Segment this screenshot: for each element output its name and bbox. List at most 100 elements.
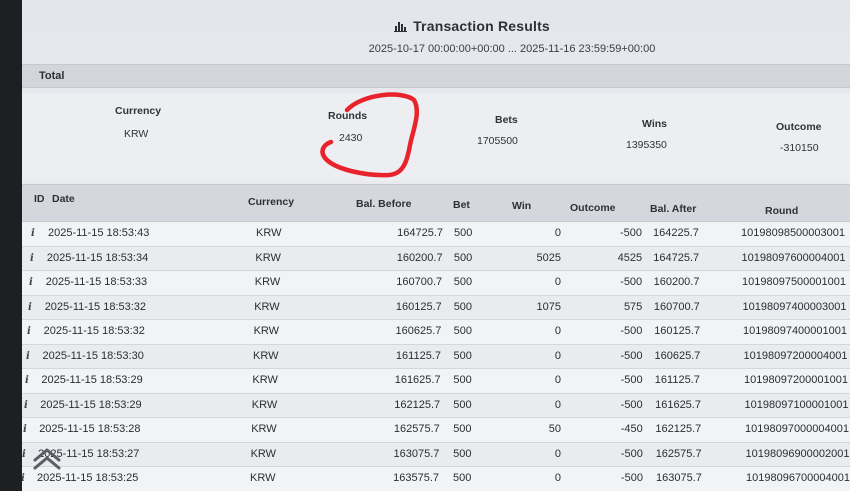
cell-balance-before: 163575.7 bbox=[393, 472, 439, 484]
cell-balance-before: 161125.7 bbox=[395, 349, 441, 362]
cell-date: 2025-11-15 18:53:34 bbox=[46, 251, 149, 264]
cell-currency: KRW bbox=[253, 325, 280, 337]
column-date[interactable]: Date bbox=[52, 193, 75, 205]
cell-round: 10198098500003001 bbox=[741, 227, 846, 239]
table-row[interactable]: i 2025-11-15 18:53:30 KRW 161125.7 500 0 -500 1… bbox=[22, 344, 850, 369]
red-circle-annotation bbox=[320, 92, 419, 178]
cell-round: 10198097200001001 bbox=[744, 374, 849, 386]
cell-win: 0 bbox=[554, 472, 561, 484]
table-row[interactable]: i 2025-11-15 18:53:29 KRW 161625.7 500 0 -500 1… bbox=[22, 369, 850, 394]
summary-value-bets: 1705500 bbox=[477, 135, 518, 147]
info-icon[interactable]: i bbox=[27, 326, 35, 337]
table-row[interactable]: i 2025-11-15 18:53:33 KRW 160700.7 500 0 -500 1… bbox=[22, 271, 850, 296]
cell-balance-after: 160625.7 bbox=[654, 349, 701, 362]
cell-balance-before: 160200.7 bbox=[396, 251, 443, 264]
report-page: Transaction Results 2025-10-17 00:00:00+… bbox=[22, 0, 850, 491]
cell-currency: KRW bbox=[254, 276, 281, 288]
column-balance-after[interactable]: Bal. After bbox=[650, 203, 696, 215]
summary-value-currency: KRW bbox=[124, 128, 149, 140]
cell-balance-after: 163075.7 bbox=[656, 472, 702, 484]
cell-date: 2025-11-15 18:53:43 bbox=[48, 227, 150, 239]
cell-outcome: -500 bbox=[620, 374, 643, 386]
cell-date: 2025-11-15 18:53:32 bbox=[44, 300, 147, 313]
table-row[interactable]: i 2025-11-15 18:53:27 KRW 163075.7 500 0 -500 1… bbox=[22, 442, 850, 467]
table-row[interactable]: i 2025-11-15 18:53:43 KRW 164725.7 500 0 -500 1… bbox=[22, 222, 850, 247]
table-row[interactable]: i 2025-11-15 18:53:25 KRW 163575.7 500 0 -500 1… bbox=[22, 467, 850, 491]
info-icon[interactable]: i bbox=[28, 302, 36, 313]
cell-balance-before: 160125.7 bbox=[395, 300, 442, 313]
cell-round: 10198096900002001 bbox=[745, 447, 850, 460]
cell-win: 0 bbox=[554, 325, 561, 337]
cell-bet: 500 bbox=[453, 423, 472, 435]
cell-round: 10198096700004001 bbox=[746, 472, 850, 484]
table-row[interactable]: i 2025-11-15 18:53:28 KRW 162575.7 500 50 -450… bbox=[22, 418, 850, 443]
cell-balance-after: 160200.7 bbox=[653, 276, 700, 288]
column-balance-before[interactable]: Bal. Before bbox=[356, 198, 411, 210]
page-title: Transaction Results bbox=[394, 18, 550, 34]
info-icon[interactable]: i bbox=[23, 424, 31, 435]
info-icon[interactable]: i bbox=[26, 351, 34, 362]
cell-bet: 500 bbox=[453, 398, 472, 411]
cell-balance-before: 160625.7 bbox=[395, 325, 442, 337]
cell-balance-after: 164725.7 bbox=[653, 251, 700, 264]
table-row[interactable]: i 2025-11-15 18:53:34 KRW 160200.7 500 5025 45… bbox=[22, 246, 850, 271]
cell-currency: KRW bbox=[255, 251, 281, 264]
table-row[interactable]: i 2025-11-15 18:53:32 KRW 160625.7 500 0 -500 1… bbox=[22, 320, 850, 345]
cell-round: 10198097200004001 bbox=[743, 349, 848, 362]
cell-outcome: -450 bbox=[620, 423, 643, 435]
cell-balance-before: 162575.7 bbox=[393, 423, 440, 435]
cell-date: 2025-11-15 18:53:29 bbox=[40, 398, 142, 411]
cell-balance-after: 162575.7 bbox=[655, 447, 702, 460]
total-section-header: Total bbox=[22, 64, 850, 88]
info-icon[interactable]: i bbox=[25, 375, 33, 386]
info-icon[interactable]: i bbox=[29, 277, 37, 288]
cell-date: 2025-11-15 18:53:33 bbox=[45, 276, 148, 288]
summary-header-currency: Currency bbox=[115, 105, 162, 117]
date-range: 2025-10-17 00:00:00+00:00 ... 2025-11-16… bbox=[368, 43, 656, 55]
summary-value-wins: 1395350 bbox=[626, 139, 667, 151]
cell-outcome: 4525 bbox=[617, 251, 643, 264]
cell-balance-before: 163075.7 bbox=[393, 447, 440, 460]
cell-win: 0 bbox=[554, 276, 561, 288]
cell-win: 0 bbox=[554, 349, 561, 362]
cell-balance-before: 162125.7 bbox=[394, 398, 441, 411]
column-bet[interactable]: Bet bbox=[453, 199, 470, 211]
column-round[interactable]: Round bbox=[765, 205, 798, 217]
cell-win: 0 bbox=[554, 398, 561, 411]
cell-bet: 500 bbox=[453, 374, 472, 386]
cell-win: 0 bbox=[554, 227, 561, 239]
cell-date: 2025-11-15 18:53:32 bbox=[43, 325, 145, 337]
chevron-up-icon[interactable] bbox=[32, 446, 62, 470]
column-id[interactable]: ID bbox=[34, 193, 45, 205]
bar-chart-icon bbox=[394, 22, 408, 32]
cell-currency: KRW bbox=[250, 447, 277, 460]
summary-header-bets: Bets bbox=[495, 114, 518, 126]
cell-balance-before: 161625.7 bbox=[394, 374, 441, 386]
cell-outcome: -500 bbox=[620, 447, 643, 460]
column-currency[interactable]: Currency bbox=[248, 196, 294, 208]
cell-date: 2025-11-15 18:53:25 bbox=[37, 472, 139, 484]
column-win[interactable]: Win bbox=[512, 200, 531, 212]
summary-value-outcome: -310150 bbox=[780, 142, 819, 154]
table-row[interactable]: i 2025-11-15 18:53:29 KRW 162125.7 500 0 -500 1… bbox=[22, 393, 850, 418]
report-header: Transaction Results bbox=[22, 18, 850, 37]
cell-balance-after: 164225.7 bbox=[653, 227, 699, 239]
info-icon[interactable]: i bbox=[24, 400, 32, 411]
screenshot: Transaction Results 2025-10-17 00:00:00+… bbox=[0, 0, 850, 491]
table-row[interactable]: i 2025-11-15 18:53:32 KRW 160125.7 500 1075 57… bbox=[22, 295, 850, 320]
cell-balance-before: 160700.7 bbox=[396, 276, 443, 288]
cell-date: 2025-11-15 18:53:28 bbox=[39, 423, 141, 435]
cell-bet: 500 bbox=[453, 349, 472, 362]
cell-currency: KRW bbox=[256, 227, 282, 239]
column-outcome[interactable]: Outcome bbox=[570, 202, 616, 214]
info-icon[interactable]: i bbox=[22, 473, 29, 484]
cell-outcome: -500 bbox=[620, 325, 643, 337]
cell-outcome: 575 bbox=[623, 300, 643, 313]
summary-header-wins: Wins bbox=[642, 118, 667, 130]
info-icon[interactable]: i bbox=[22, 449, 30, 460]
cell-outcome: -500 bbox=[620, 349, 643, 362]
total-summary: Currency Rounds Bets Wins Outcome KRW 24… bbox=[22, 93, 850, 181]
info-icon[interactable]: i bbox=[31, 228, 39, 239]
info-icon[interactable]: i bbox=[30, 253, 38, 264]
cell-balance-after: 160125.7 bbox=[654, 325, 701, 337]
